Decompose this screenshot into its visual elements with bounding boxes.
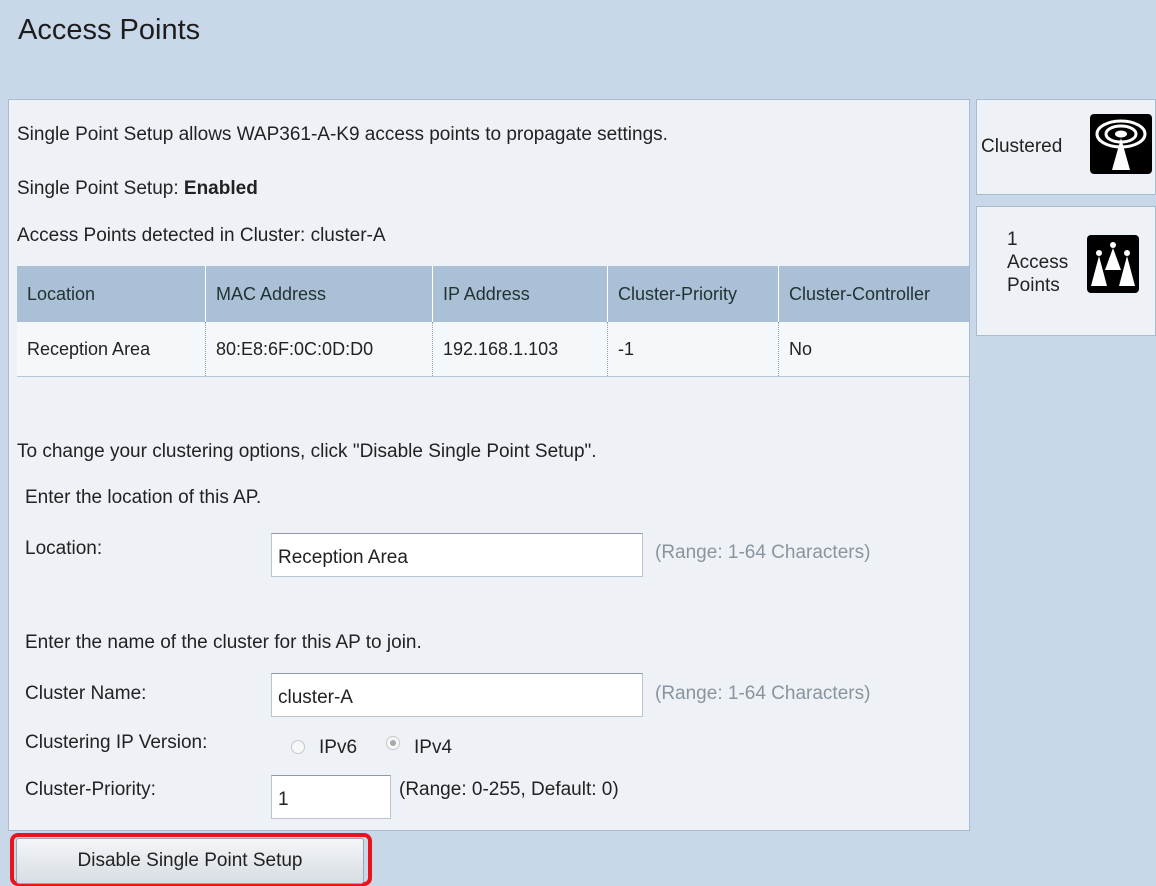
cell-priority: -1	[607, 322, 779, 377]
page-title: Access Points	[18, 14, 201, 46]
clustered-antenna-icon	[1090, 114, 1152, 174]
cluster-name-range-hint: (Range: 1-64 Characters)	[655, 683, 871, 704]
location-prompt: Enter the location of this AP.	[25, 487, 262, 508]
page-background: Access Points Single Point Setup allows …	[0, 0, 1156, 886]
location-input[interactable]	[271, 533, 643, 577]
column-header-mac: MAC Address	[205, 266, 433, 322]
access-points-icon	[1087, 235, 1139, 293]
column-header-priority: Cluster-Priority	[607, 266, 779, 322]
clustered-label: Clustered	[981, 136, 1063, 157]
ap-count-label-line2: Points	[1007, 275, 1060, 296]
ipv6-radio[interactable]	[291, 740, 305, 754]
cell-mac: 80:E8:6F:0C:0D:D0	[205, 322, 433, 377]
cluster-name-label: Cluster Name:	[25, 683, 147, 704]
disable-single-point-setup-button[interactable]: Disable Single Point Setup	[16, 838, 364, 884]
description-text: Single Point Setup allows WAP361-A-K9 ac…	[17, 124, 668, 145]
cell-ip: 192.168.1.103	[432, 322, 608, 377]
access-points-count-box: 1 Access Points	[976, 206, 1156, 336]
priority-range-hint: (Range: 0-255, Default: 0)	[399, 779, 619, 800]
cluster-priority-input[interactable]	[271, 775, 391, 819]
single-point-status-value: Enabled	[183, 178, 258, 199]
cell-location: Reception Area	[17, 322, 206, 377]
ap-count-label-line1: Access	[1007, 252, 1069, 273]
ap-count: 1	[1007, 229, 1018, 250]
ipv6-label: IPv6	[319, 737, 358, 758]
clustered-status-box: Clustered	[976, 99, 1156, 195]
single-point-status-label: Single Point Setup:	[17, 178, 184, 199]
location-label: Location:	[25, 538, 103, 559]
change-options-note: To change your clustering options, click…	[17, 441, 597, 462]
main-panel: Single Point Setup allows WAP361-A-K9 ac…	[8, 99, 970, 831]
cell-controller: No	[778, 322, 969, 377]
column-header-ip: IP Address	[432, 266, 608, 322]
single-point-status: Single Point Setup: Enabled	[17, 178, 258, 200]
cluster-prompt: Enter the name of the cluster for this A…	[25, 632, 422, 653]
ipv4-label: IPv4	[414, 737, 453, 758]
ip-version-label: Clustering IP Version:	[25, 732, 208, 753]
column-header-location: Location	[17, 266, 206, 322]
table-header-row: Location MAC Address IP Address Cluster-…	[17, 266, 969, 322]
location-range-hint: (Range: 1-64 Characters)	[655, 542, 871, 563]
access-points-table: Location MAC Address IP Address Cluster-…	[17, 266, 969, 377]
table-row: Reception Area 80:E8:6F:0C:0D:D0 192.168…	[17, 322, 969, 377]
cluster-name-input[interactable]	[271, 673, 643, 717]
ipv4-radio[interactable]	[386, 736, 400, 750]
priority-label: Cluster-Priority:	[25, 779, 156, 800]
detected-cluster-text: Access Points detected in Cluster: clust…	[17, 225, 386, 246]
column-header-controller: Cluster-Controller	[778, 266, 969, 322]
